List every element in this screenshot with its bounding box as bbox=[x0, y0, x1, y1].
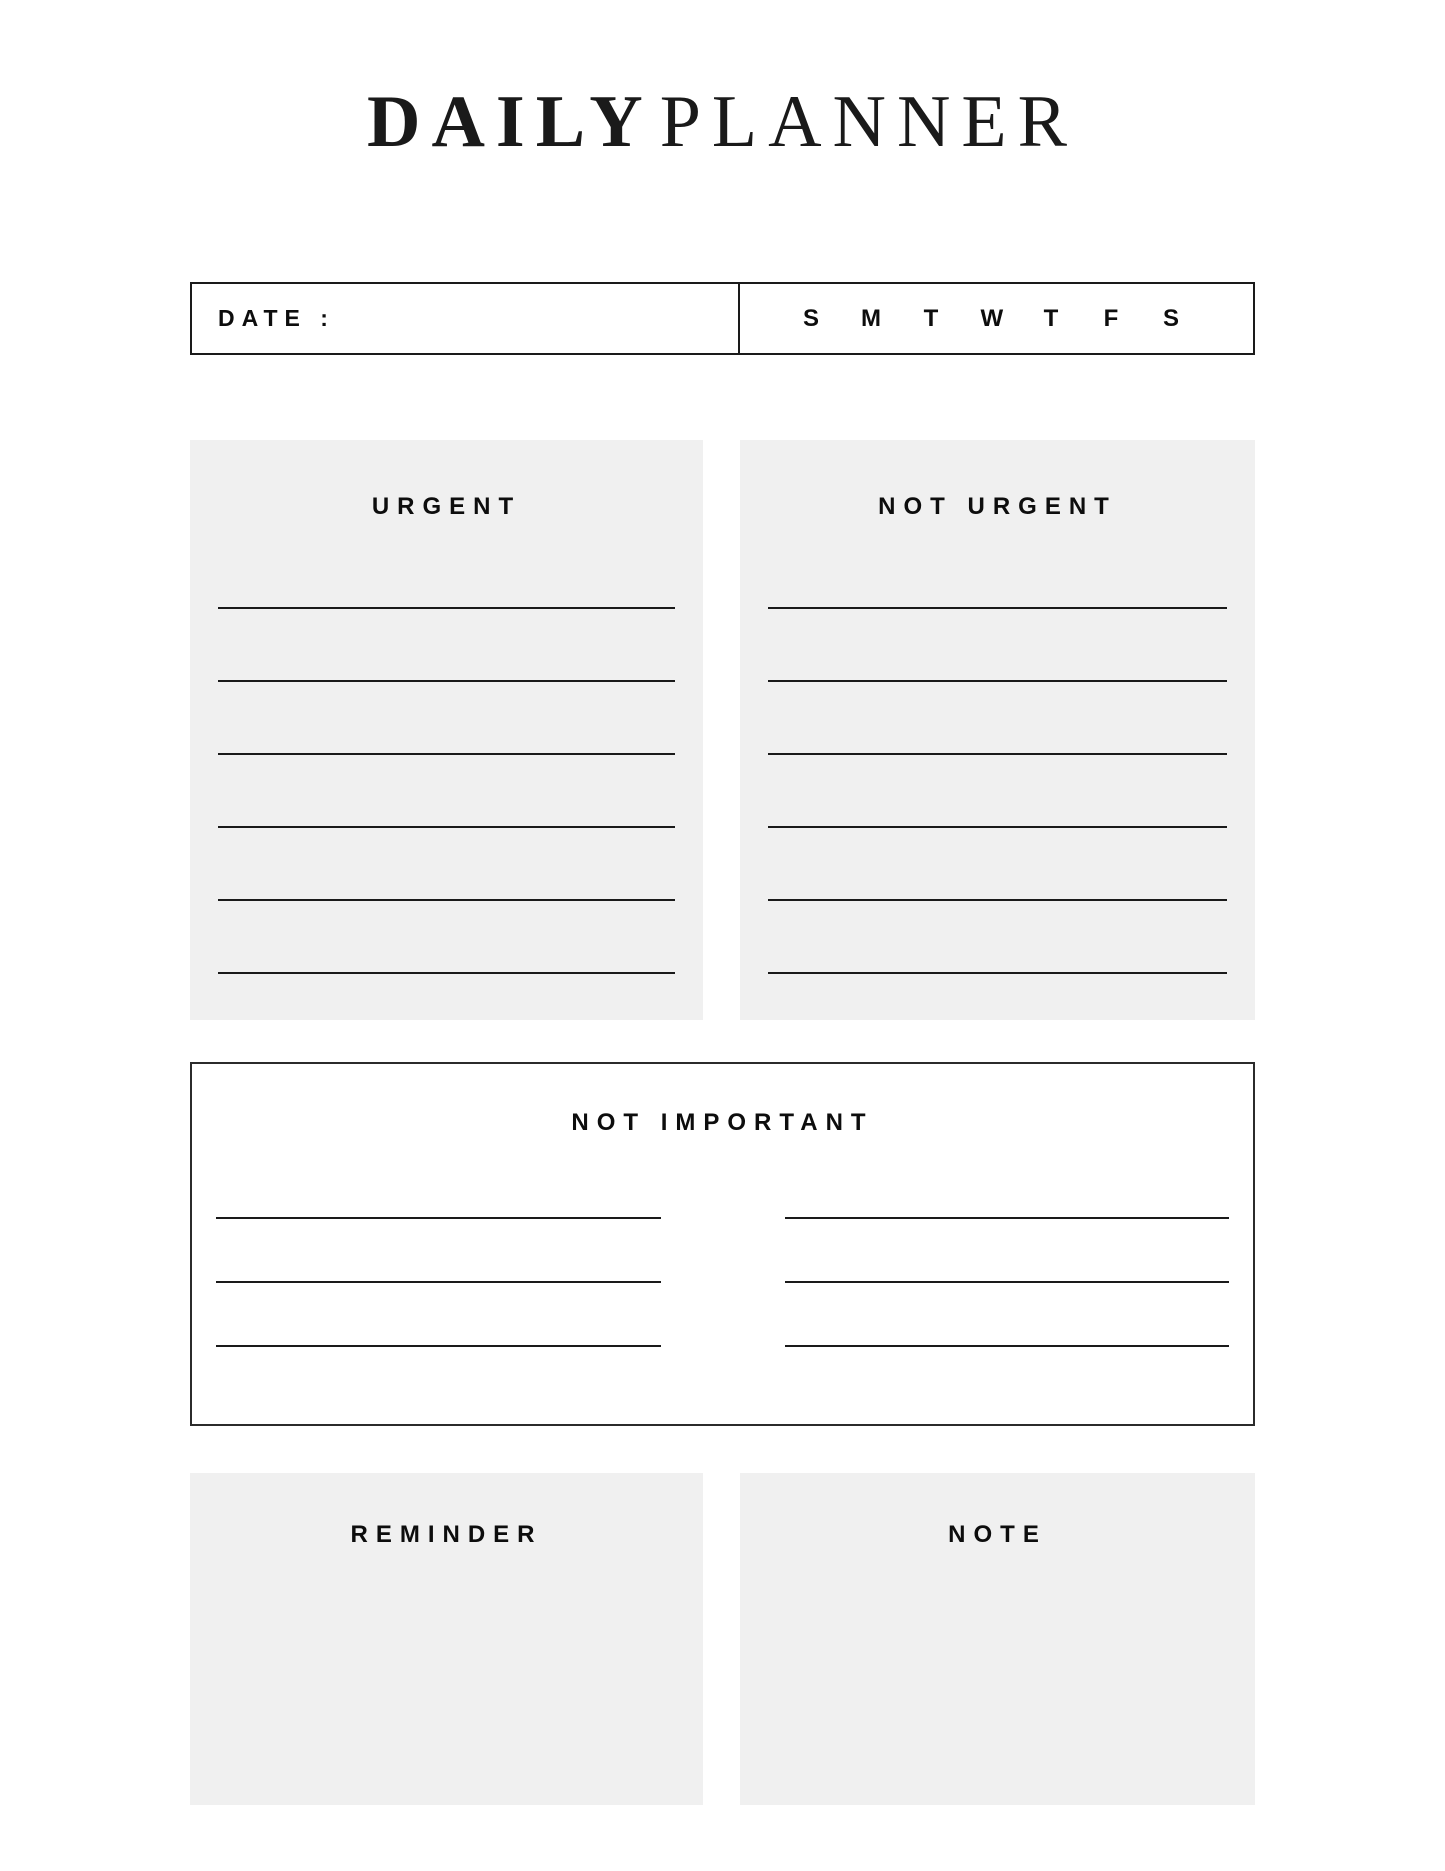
section-not-important-columns bbox=[192, 1173, 1253, 1347]
section-not-important: NOT IMPORTANT bbox=[190, 1062, 1255, 1426]
weekday-sunday[interactable]: S bbox=[801, 305, 823, 333]
write-line[interactable] bbox=[218, 609, 675, 682]
weekday-thursday[interactable]: T bbox=[1041, 305, 1063, 333]
page-title-word-planner: PLANNER bbox=[659, 81, 1078, 163]
page-title-word-daily: DAILY bbox=[367, 81, 654, 163]
write-line[interactable] bbox=[216, 1219, 661, 1283]
write-line[interactable] bbox=[768, 555, 1227, 609]
section-not-urgent: NOT URGENT bbox=[740, 440, 1255, 1020]
write-line[interactable] bbox=[218, 901, 675, 974]
section-not-important-heading: NOT IMPORTANT bbox=[571, 1109, 874, 1136]
section-not-urgent-heading: NOT URGENT bbox=[878, 493, 1117, 520]
section-reminder[interactable]: REMINDER bbox=[190, 1473, 703, 1805]
write-line[interactable] bbox=[218, 828, 675, 901]
section-urgent-heading: URGENT bbox=[371, 493, 522, 520]
write-line[interactable] bbox=[768, 828, 1227, 901]
write-line[interactable] bbox=[218, 555, 675, 609]
section-not-important-left-column bbox=[216, 1173, 723, 1347]
daily-planner-page: DAILYPLANNER DATE : S M T W T F S URGENT bbox=[0, 0, 1445, 1871]
write-line[interactable] bbox=[768, 755, 1227, 828]
section-urgent: URGENT bbox=[190, 440, 703, 1020]
section-reminder-heading: REMINDER bbox=[350, 1521, 543, 1548]
date-label: DATE : bbox=[218, 305, 335, 331]
section-not-urgent-lines bbox=[740, 555, 1255, 974]
write-line[interactable] bbox=[218, 755, 675, 828]
date-row: DATE : S M T W T F S bbox=[190, 282, 1255, 355]
write-line[interactable] bbox=[216, 1283, 661, 1347]
weekday-tuesday[interactable]: T bbox=[921, 305, 943, 333]
page-title: DAILYPLANNER bbox=[0, 78, 1445, 166]
date-field[interactable]: DATE : bbox=[192, 284, 740, 353]
write-line[interactable] bbox=[768, 901, 1227, 974]
write-line[interactable] bbox=[216, 1173, 661, 1219]
write-line[interactable] bbox=[218, 682, 675, 755]
weekday-monday[interactable]: M bbox=[861, 305, 883, 333]
write-line[interactable] bbox=[784, 1173, 1229, 1219]
write-line[interactable] bbox=[768, 682, 1227, 755]
section-urgent-lines bbox=[190, 555, 703, 974]
write-line[interactable] bbox=[784, 1219, 1229, 1283]
weekday-letter-group: S M T W T F S bbox=[801, 305, 1183, 333]
section-not-important-right-column bbox=[723, 1173, 1229, 1347]
write-line[interactable] bbox=[768, 609, 1227, 682]
section-note-heading: NOTE bbox=[948, 1521, 1047, 1548]
weekday-selector: S M T W T F S bbox=[740, 284, 1253, 353]
weekday-friday[interactable]: F bbox=[1101, 305, 1123, 333]
write-line[interactable] bbox=[784, 1283, 1229, 1347]
section-note[interactable]: NOTE bbox=[740, 1473, 1255, 1805]
weekday-wednesday[interactable]: W bbox=[981, 305, 1004, 333]
weekday-saturday[interactable]: S bbox=[1161, 305, 1183, 333]
